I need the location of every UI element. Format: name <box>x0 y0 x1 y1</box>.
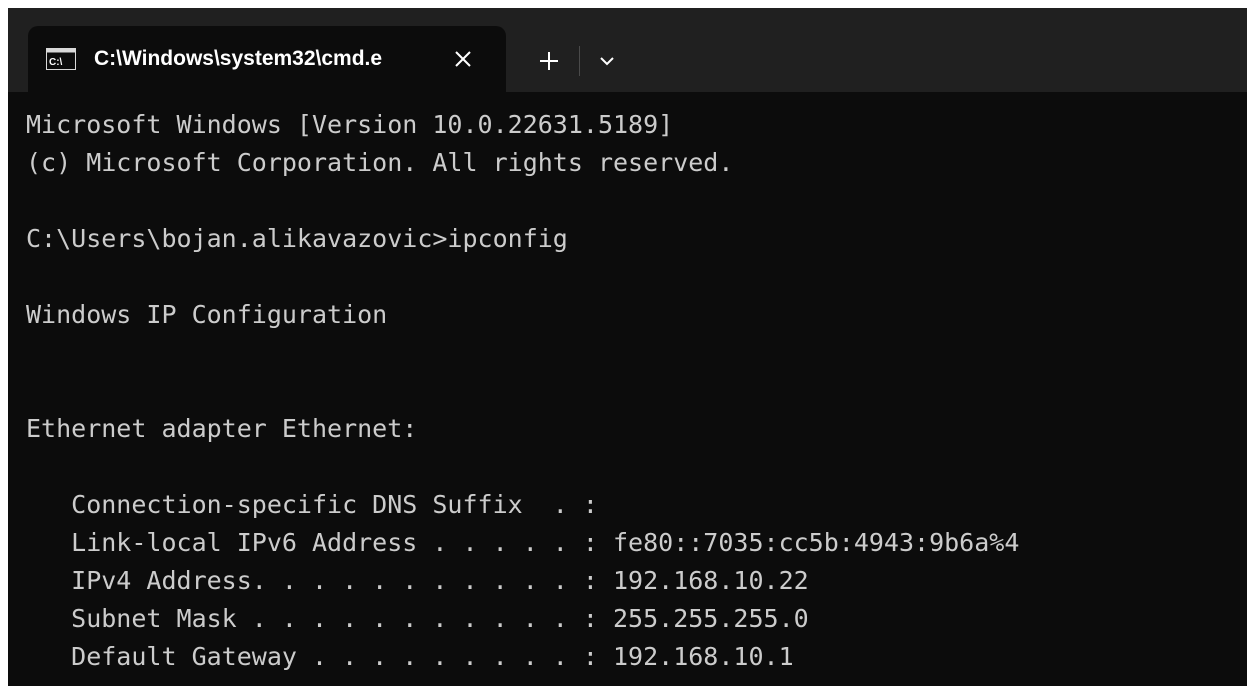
tab-divider <box>579 46 580 76</box>
terminal-line: (c) Microsoft Corporation. All rights re… <box>26 148 734 177</box>
terminal-line: Connection-specific DNS Suffix . : <box>26 490 598 519</box>
terminal-line: IPv4 Address. . . . . . . . . . . : 192.… <box>26 566 809 595</box>
cmd-icon: C:\ <box>46 48 76 70</box>
terminal-window: C:\ C:\Windows\system32\cmd.e Microsoft … <box>8 8 1247 686</box>
terminal-line: C:\Users\bojan.alikavazovic>ipconfig <box>26 224 568 253</box>
terminal-line: Microsoft Windows [Version 10.0.22631.51… <box>26 110 674 139</box>
tab-bar: C:\ C:\Windows\system32\cmd.e <box>8 8 1247 92</box>
terminal-output[interactable]: Microsoft Windows [Version 10.0.22631.51… <box>26 106 1247 686</box>
tab-dropdown-button[interactable] <box>590 42 624 80</box>
tab-cmd[interactable]: C:\ C:\Windows\system32\cmd.e <box>28 26 506 92</box>
chevron-down-icon <box>600 57 614 66</box>
plus-icon <box>540 52 558 70</box>
close-icon[interactable] <box>446 42 480 76</box>
terminal-line: Ethernet adapter Ethernet: <box>26 414 418 443</box>
terminal-line: Default Gateway . . . . . . . . . : 192.… <box>26 642 794 671</box>
terminal-line: Windows IP Configuration <box>26 300 388 329</box>
terminal-line: Link-local IPv6 Address . . . . . : fe80… <box>26 528 1020 557</box>
tab-title: C:\Windows\system32\cmd.e <box>94 47 383 70</box>
terminal-line: Subnet Mask . . . . . . . . . . . : 255.… <box>26 604 809 633</box>
new-tab-button[interactable] <box>530 42 568 80</box>
cmd-icon-text: C:\ <box>49 57 63 68</box>
